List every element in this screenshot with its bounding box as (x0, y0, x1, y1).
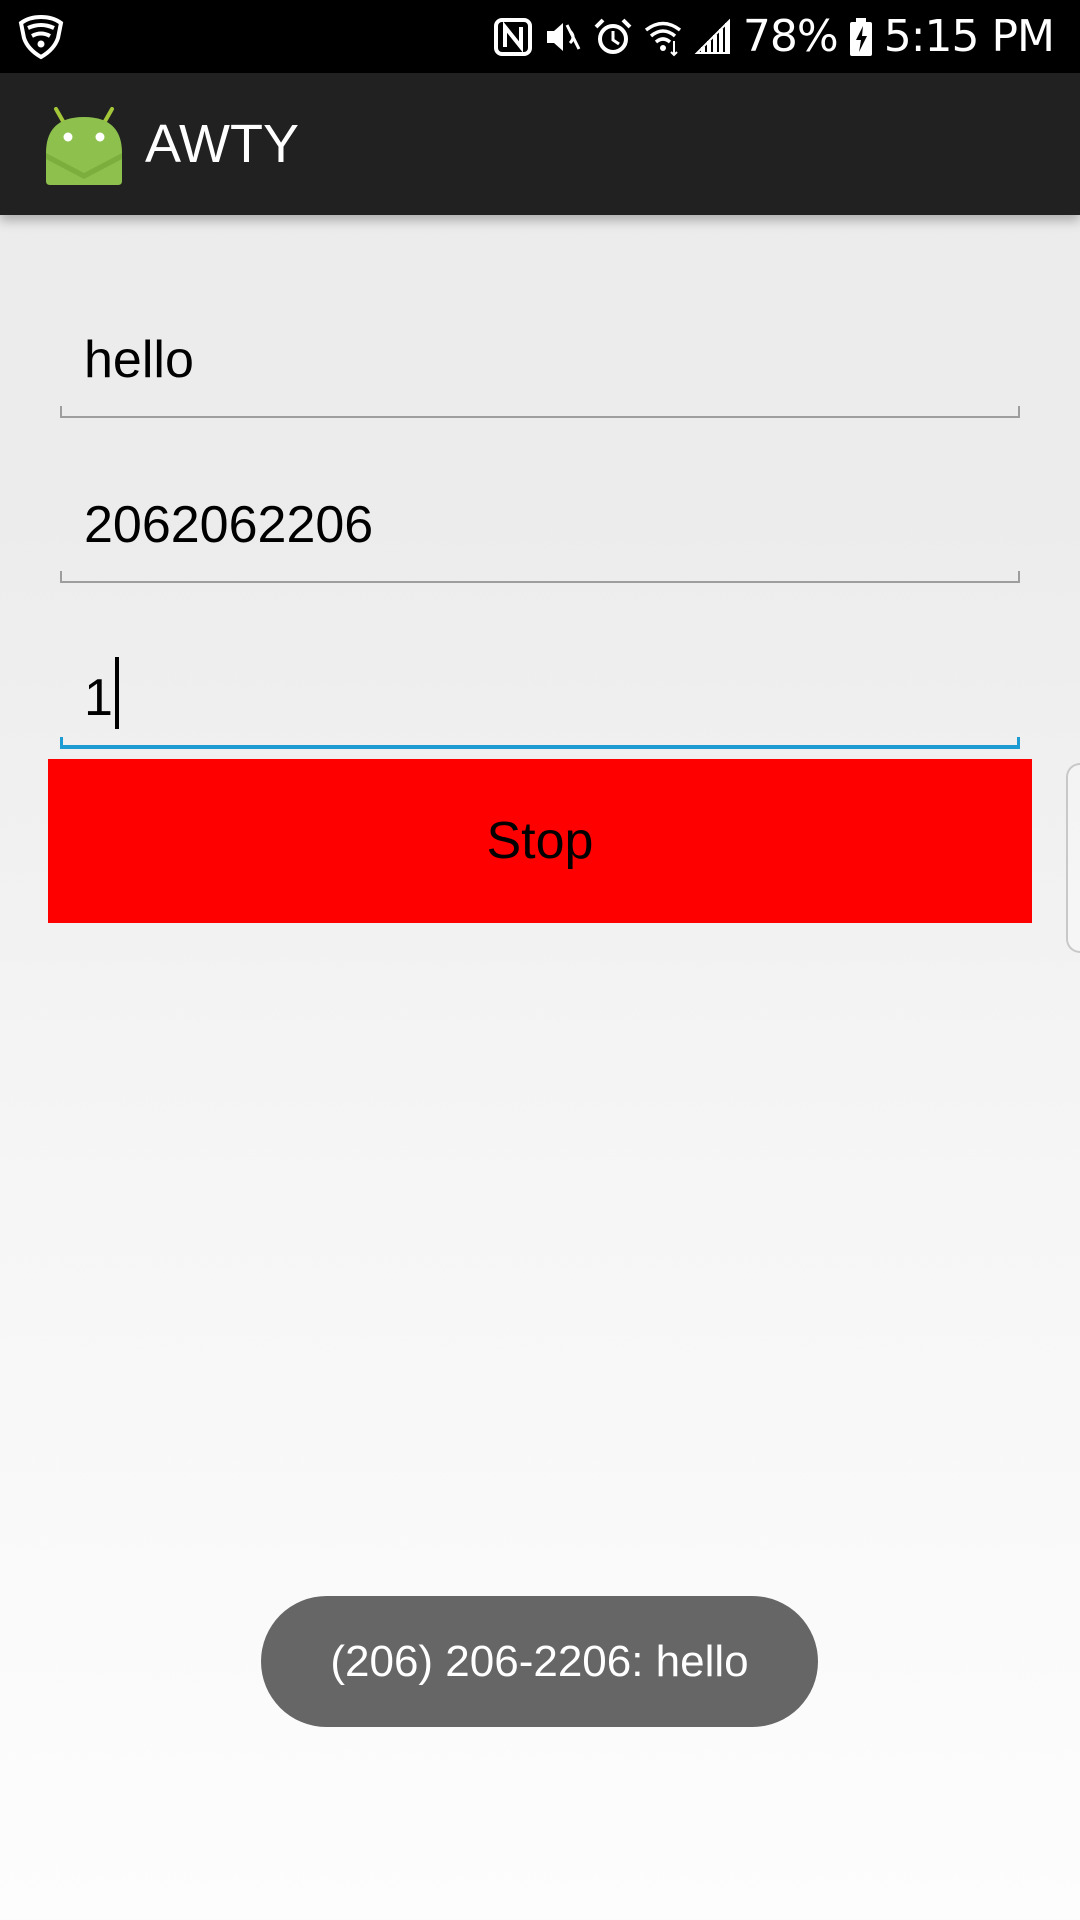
message-field[interactable]: hello (60, 308, 1020, 418)
battery-percent: 78% (742, 11, 839, 62)
mute-icon (546, 22, 581, 51)
status-bar: 78% 5:15 PM (0, 0, 1080, 73)
status-icons: 78% 5:15 PM (493, 0, 1055, 73)
message-value: hello (84, 331, 194, 389)
signal-icon (694, 18, 730, 54)
phone-number-value: 2062062206 (84, 496, 374, 554)
app-bar: AWTY (0, 73, 1080, 215)
app-title: AWTY (145, 114, 299, 174)
interval-field[interactable]: 1 (60, 639, 1020, 749)
toast-message: (206) 206-2206: hello (261, 1596, 818, 1727)
android-icon (46, 107, 122, 185)
security-shield-icon (18, 14, 64, 60)
text-cursor (114, 657, 119, 729)
stop-button[interactable]: Stop (48, 759, 1032, 923)
battery-charging-icon (849, 17, 872, 56)
interval-field-underline (60, 737, 1020, 749)
message-field-underline (60, 406, 1020, 418)
interval-value-wrap: 1 (84, 657, 119, 729)
edge-panel-handle[interactable] (1066, 763, 1080, 953)
interval-value: 1 (84, 669, 113, 727)
phone-number-field[interactable]: 2062062206 (60, 473, 1020, 583)
nfc-icon (493, 17, 532, 56)
wifi-icon (644, 21, 681, 56)
phone-field-underline (60, 571, 1020, 583)
clock: 5:15 PM (883, 11, 1055, 62)
alarm-icon (594, 18, 632, 54)
